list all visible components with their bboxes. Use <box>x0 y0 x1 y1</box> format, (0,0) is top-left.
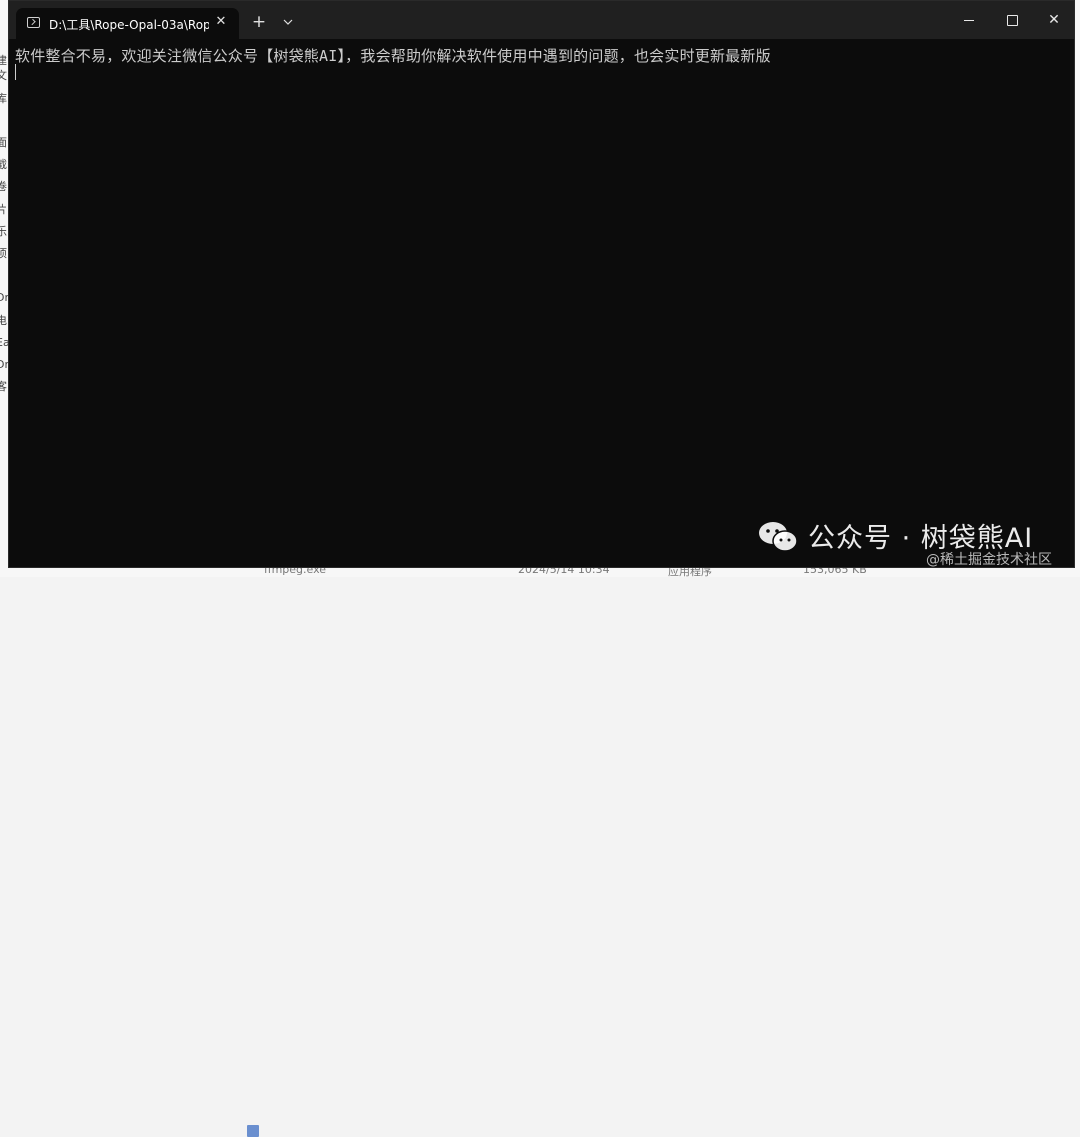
wechat-icon <box>759 522 798 552</box>
background-explorer-sidebar: 建 文 库 面 截 卷 片 乐 项 Dr 电 Ea Dr 客 <box>0 0 8 577</box>
watermark: 公众号 · 树袋熊AI @稀土掘金技术社区 <box>738 510 1078 568</box>
maximize-button[interactable] <box>989 1 1035 39</box>
terminal-output-line: 软件整合不易，欢迎关注微信公众号【树袋熊AI】，我会帮助你解决软件使用中遇到的问… <box>15 47 771 65</box>
minimize-icon <box>964 20 974 21</box>
terminal-output-area[interactable]: 软件整合不易，欢迎关注微信公众号【树袋熊AI】，我会帮助你解决软件使用中遇到的问… <box>9 39 1074 567</box>
sidebar-fragment: 项 <box>0 247 7 260</box>
exe-file-icon <box>247 1125 259 1137</box>
sidebar-fragment: 客 <box>0 380 7 393</box>
tab-dropdown-button[interactable] <box>277 11 299 33</box>
chevron-down-icon <box>283 19 293 25</box>
sidebar-fragment: 截 <box>0 158 7 171</box>
terminal-titlebar[interactable]: D:\工具\Rope-Opal-03a\Rope ✕ + ✕ <box>9 1 1074 39</box>
sidebar-fragment: Dr <box>0 291 8 304</box>
sidebar-fragment: 片 <box>0 203 7 216</box>
close-tab-icon[interactable]: ✕ <box>213 14 229 30</box>
sidebar-fragment: 建 <box>0 54 7 67</box>
terminal-window: D:\工具\Rope-Opal-03a\Rope ✕ + ✕ 软件整合不易，欢迎… <box>8 0 1075 568</box>
text-cursor <box>15 64 16 80</box>
close-window-button[interactable]: ✕ <box>1031 1 1077 39</box>
tab-title: D:\工具\Rope-Opal-03a\Rope <box>49 18 209 32</box>
terminal-tab[interactable]: D:\工具\Rope-Opal-03a\Rope ✕ <box>16 8 239 39</box>
watermark-subtitle: @稀土掘金技术社区 <box>926 552 1052 568</box>
close-icon: ✕ <box>1048 12 1060 28</box>
sidebar-fragment: 文 <box>0 69 7 82</box>
sidebar-fragment: 乐 <box>0 225 7 238</box>
sidebar-fragment: 电 <box>0 314 7 327</box>
sidebar-fragment: Dr <box>0 358 8 371</box>
sidebar-fragment: 面 <box>0 136 7 149</box>
terminal-icon <box>27 17 40 28</box>
sidebar-fragment: 卷 <box>0 180 7 193</box>
sidebar-fragment: 库 <box>0 92 7 105</box>
new-tab-button[interactable]: + <box>248 11 270 33</box>
sidebar-fragment: Ea <box>0 336 8 349</box>
minimize-button[interactable] <box>946 1 992 39</box>
maximize-icon <box>1007 15 1018 26</box>
